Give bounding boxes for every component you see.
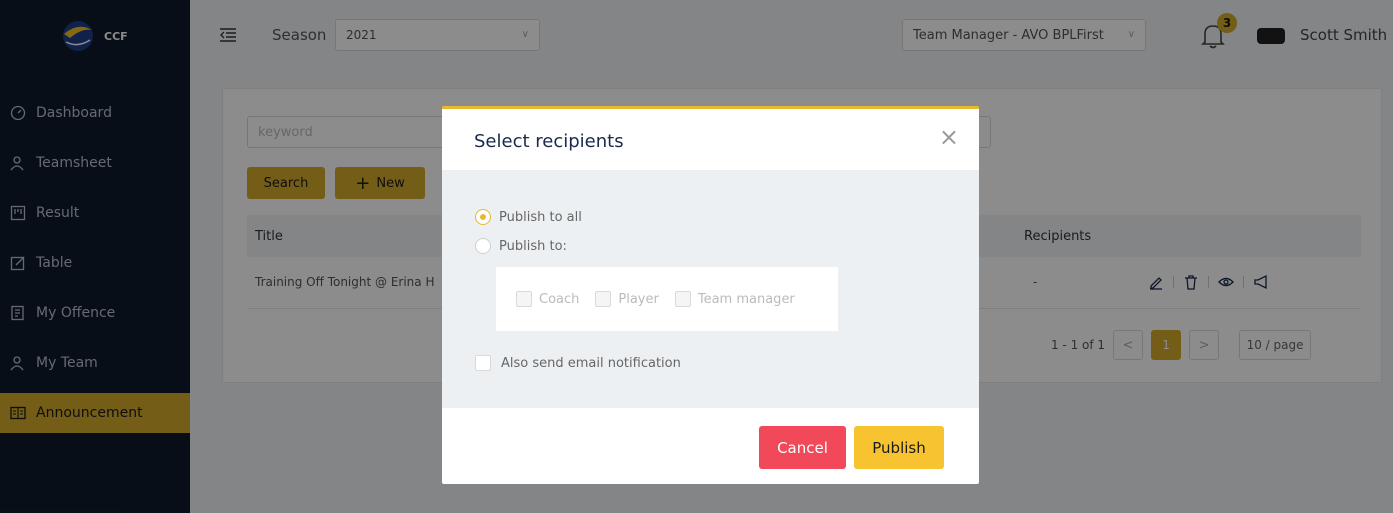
publish-button[interactable]: Publish xyxy=(854,426,944,469)
radio-label: Publish to all xyxy=(499,209,582,225)
checkbox-player[interactable]: Player xyxy=(595,291,659,307)
modal-header: Select recipients × xyxy=(442,109,979,171)
cancel-button[interactable]: Cancel xyxy=(759,426,846,469)
radio-button-checked[interactable] xyxy=(475,209,491,225)
modal-footer: Cancel Publish xyxy=(442,408,979,484)
checkbox-coach[interactable]: Coach xyxy=(516,291,579,307)
checkbox-label: Coach xyxy=(539,291,580,307)
radio-publish-all[interactable]: Publish to all xyxy=(475,209,582,225)
radio-label: Publish to: xyxy=(499,238,567,254)
checkbox[interactable] xyxy=(595,291,612,307)
checkbox[interactable] xyxy=(475,355,491,371)
checkbox[interactable] xyxy=(516,291,532,307)
checkbox[interactable] xyxy=(674,291,691,307)
radio-publish-to[interactable]: Publish to: xyxy=(475,238,567,254)
checkbox-label: Team manager xyxy=(697,291,795,307)
email-notification-option[interactable]: Also send email notification xyxy=(475,355,681,371)
modal-body: Publish to all Publish to: Coach Player … xyxy=(442,171,979,408)
close-icon[interactable]: × xyxy=(939,125,959,149)
role-checkbox-group: Coach Player Team manager xyxy=(496,267,838,331)
checkbox-team-manager[interactable]: Team manager xyxy=(674,291,795,307)
checkbox-label: Player xyxy=(618,291,659,307)
modal-title: Select recipients xyxy=(474,131,624,152)
select-recipients-modal: Select recipients × Publish to all Publi… xyxy=(442,106,979,484)
radio-button[interactable] xyxy=(475,238,491,254)
checkbox-label: Also send email notification xyxy=(501,355,681,371)
